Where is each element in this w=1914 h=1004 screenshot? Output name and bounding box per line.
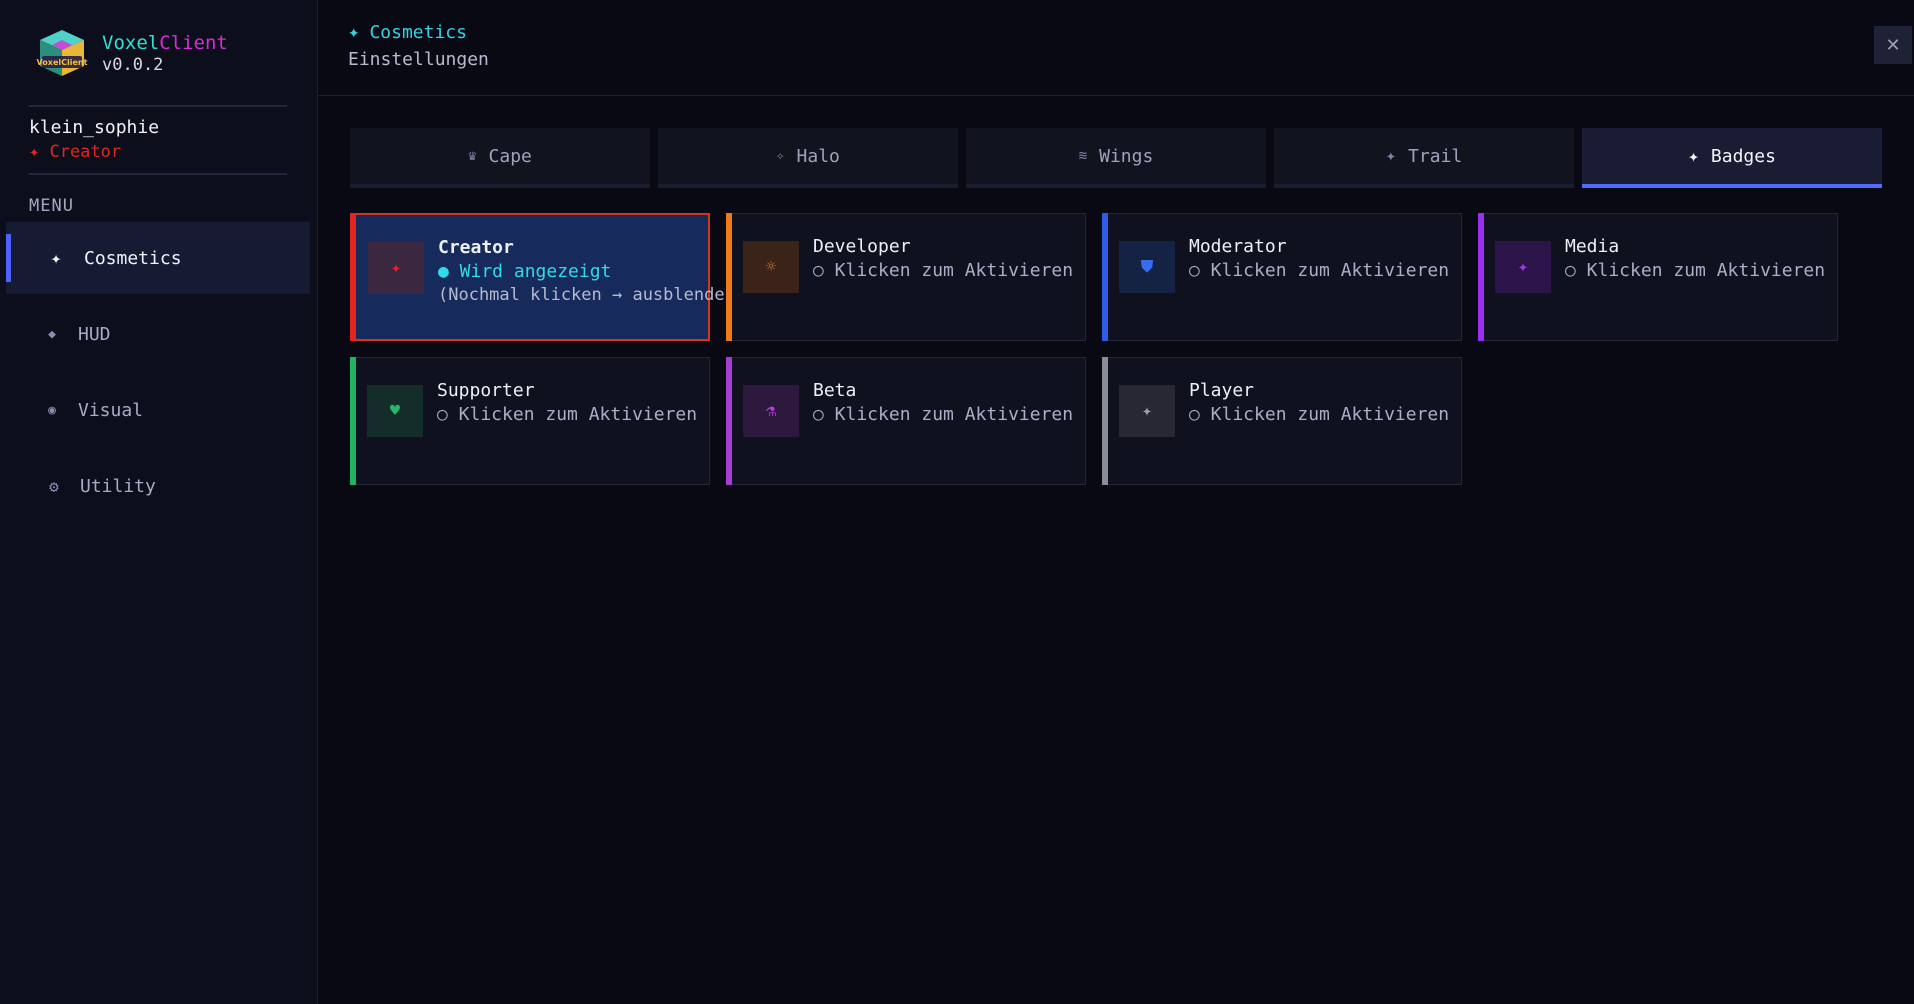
close-icon: ✕: [1885, 34, 1901, 56]
badge-title: Beta: [813, 380, 857, 401]
close-button[interactable]: ✕: [1874, 26, 1912, 64]
badge-hint: (Nochmal klicken → ausblenden): [438, 285, 746, 305]
badge-heart-icon: ♥: [367, 385, 423, 437]
badge-accent-stripe: [726, 213, 732, 341]
sidebar: VoxelClient VoxelClient v0.0.2 klein_sop…: [0, 0, 318, 1004]
badge-card-moderator[interactable]: ⛊ Moderator ○ Klicken zum Aktivieren: [1102, 213, 1462, 341]
badge-title: Creator: [438, 237, 514, 258]
tab-halo[interactable]: ✧ Halo: [658, 128, 958, 188]
badge-card-beta[interactable]: ⚗ Beta ○ Klicken zum Aktivieren: [726, 357, 1086, 485]
badge-title: Media: [1565, 236, 1620, 257]
header: ✦ Cosmetics Einstellungen ✕: [318, 0, 1914, 96]
user-info: klein_sophie ✦ Creator: [29, 116, 159, 164]
wings-icon: ≋: [1078, 148, 1088, 164]
crown-icon: ♛: [468, 148, 477, 164]
badge-status: ● Wird angezeigt: [438, 261, 612, 282]
badge-accent-stripe: [350, 213, 356, 341]
brand-name: VoxelClient: [102, 32, 228, 54]
badge-card-developer[interactable]: ☼ Developer ○ Klicken zum Aktivieren: [726, 213, 1086, 341]
svg-text:VoxelClient: VoxelClient: [37, 58, 88, 67]
badge-card-media[interactable]: ✦ Media ○ Klicken zum Aktivieren: [1478, 213, 1838, 341]
badge-title: Developer: [813, 236, 911, 257]
nav-item-label: Utility: [80, 475, 156, 497]
divider: [29, 105, 287, 107]
badge-flask-icon: ⚗: [743, 385, 799, 437]
tab-label: Cape: [488, 145, 532, 167]
badge-star-icon: ✦: [1119, 385, 1175, 437]
cosmetics-tabs: ♛ Cape ✧ Halo ≋ Wings ✦ Trail ✦ Badges: [350, 128, 1882, 188]
badge-card-creator[interactable]: ✦ Creator ● Wird angezeigt (Nochmal klic…: [350, 213, 745, 341]
username: klein_sophie: [29, 117, 160, 138]
badge-accent-stripe: [350, 357, 356, 485]
tab-cape[interactable]: ♛ Cape: [350, 128, 650, 188]
nav-item-label: HUD: [78, 323, 111, 345]
badge-status: ○ Klicken zum Aktivieren: [1189, 404, 1450, 425]
tab-wings[interactable]: ≋ Wings: [966, 128, 1266, 188]
gear-icon: ⚙: [49, 476, 59, 496]
tab-label: Halo: [796, 145, 840, 167]
voxel-logo-icon: VoxelClient: [32, 26, 92, 82]
badge-title: Supporter: [437, 380, 535, 401]
nav-item-utility[interactable]: ⚙ Utility: [6, 450, 310, 522]
badge-card-supporter[interactable]: ♥ Supporter ○ Klicken zum Aktivieren: [350, 357, 710, 485]
badge-status: ○ Klicken zum Aktivieren: [1189, 260, 1450, 281]
tab-badges[interactable]: ✦ Badges: [1582, 128, 1882, 188]
version-label: v0.0.2: [102, 55, 164, 75]
app-window: VoxelClient VoxelClient v0.0.2 klein_sop…: [0, 0, 1914, 1004]
badge-accent-stripe: [1478, 213, 1484, 341]
tab-label: Badges: [1710, 145, 1776, 167]
sparkle-icon: ✦: [50, 247, 62, 269]
nav-item-label: Visual: [78, 399, 144, 421]
badge-star-icon: ✦: [1495, 241, 1551, 293]
badge-accent-stripe: [726, 357, 732, 485]
tab-label: Wings: [1099, 145, 1154, 167]
tab-label: Trail: [1408, 145, 1463, 167]
badge-title: Moderator: [1189, 236, 1287, 257]
badge-title: Player: [1189, 380, 1255, 401]
eye-icon: ◉: [48, 402, 56, 418]
sparkle-icon: ✦: [1688, 145, 1699, 167]
divider: [29, 173, 287, 175]
nav-item-label: Cosmetics: [84, 247, 182, 269]
badge-star-icon: ✦: [368, 242, 424, 294]
badge-accent-stripe: [1102, 213, 1108, 341]
badge-status: ○ Klicken zum Aktivieren: [813, 260, 1074, 281]
halo-sparkle-icon: ✧: [776, 148, 785, 164]
badge-status: ○ Klicken zum Aktivieren: [813, 404, 1074, 425]
badge-shield-icon: ⛊: [1119, 241, 1175, 293]
badge-status: ○ Klicken zum Aktivieren: [1565, 260, 1826, 281]
page-title: Cosmetics: [369, 21, 467, 43]
tab-trail[interactable]: ✦ Trail: [1274, 128, 1574, 188]
badge-card-player[interactable]: ✦ Player ○ Klicken zum Aktivieren: [1102, 357, 1462, 485]
user-role: ✦ Creator: [29, 142, 122, 162]
nav-item-hud[interactable]: ◆ HUD: [6, 298, 310, 370]
badge-status: ○ Klicken zum Aktivieren: [437, 404, 698, 425]
sparkle-icon: ✦: [1385, 146, 1397, 166]
nav-item-visual[interactable]: ◉ Visual: [6, 374, 310, 446]
badge-accent-stripe: [1102, 357, 1108, 485]
brand: VoxelClient VoxelClient v0.0.2: [32, 26, 228, 82]
diamond-icon: ◆: [48, 326, 56, 342]
menu-label: MENU: [29, 196, 74, 216]
page-subtitle: Einstellungen: [348, 49, 489, 70]
breadcrumb: ✦ Cosmetics: [348, 21, 467, 43]
sparkle-icon: ✦: [348, 21, 360, 43]
badge-sun-icon: ☼: [743, 241, 799, 293]
nav-item-cosmetics[interactable]: ✦ Cosmetics: [6, 222, 310, 294]
